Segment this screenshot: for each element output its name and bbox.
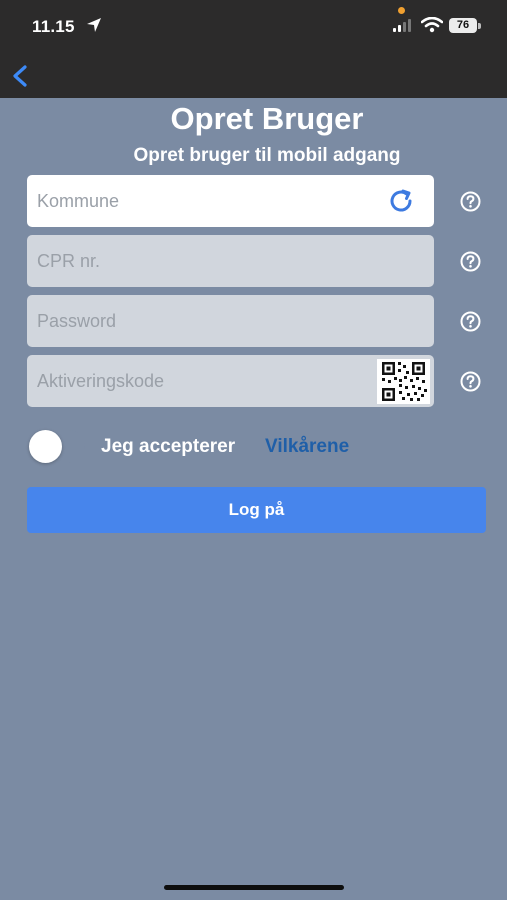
password-help-icon[interactable]: [460, 311, 481, 332]
wifi-icon: [421, 17, 443, 33]
password-field: [27, 295, 434, 347]
privacy-indicator: [398, 7, 405, 14]
activation-code-input[interactable]: [27, 355, 367, 407]
status-time: 11.15: [32, 17, 75, 36]
refresh-icon[interactable]: [389, 189, 415, 213]
battery-cap: [478, 23, 481, 29]
accept-terms-toggle[interactable]: [27, 430, 85, 463]
municipality-input[interactable]: [27, 175, 367, 227]
signal-icon: [393, 19, 411, 32]
cpr-field: [27, 235, 434, 287]
password-input[interactable]: [27, 295, 367, 347]
status-bar: 11.15 76: [0, 0, 507, 52]
home-indicator: [164, 885, 344, 890]
activation-code-field: [27, 355, 434, 407]
login-button[interactable]: Log på: [27, 487, 486, 533]
back-icon[interactable]: [10, 64, 32, 88]
cpr-input[interactable]: [27, 235, 367, 287]
battery-indicator: 76: [449, 18, 477, 33]
nav-bar: [0, 52, 507, 98]
accept-terms-label: Jeg accepterer: [101, 436, 236, 457]
qr-code-icon[interactable]: [377, 359, 430, 404]
page-title: Opret Bruger: [170, 101, 364, 136]
cpr-help-icon[interactable]: [460, 251, 481, 272]
activation-code-help-icon[interactable]: [460, 371, 481, 392]
municipality-field: [27, 175, 434, 227]
municipality-help-icon[interactable]: [460, 191, 481, 212]
terms-link[interactable]: Vilkårene: [265, 436, 349, 458]
location-arrow-icon: [87, 18, 101, 32]
toggle-knob: [29, 430, 62, 463]
page-subtitle: Opret bruger til mobil adgang: [133, 145, 401, 166]
